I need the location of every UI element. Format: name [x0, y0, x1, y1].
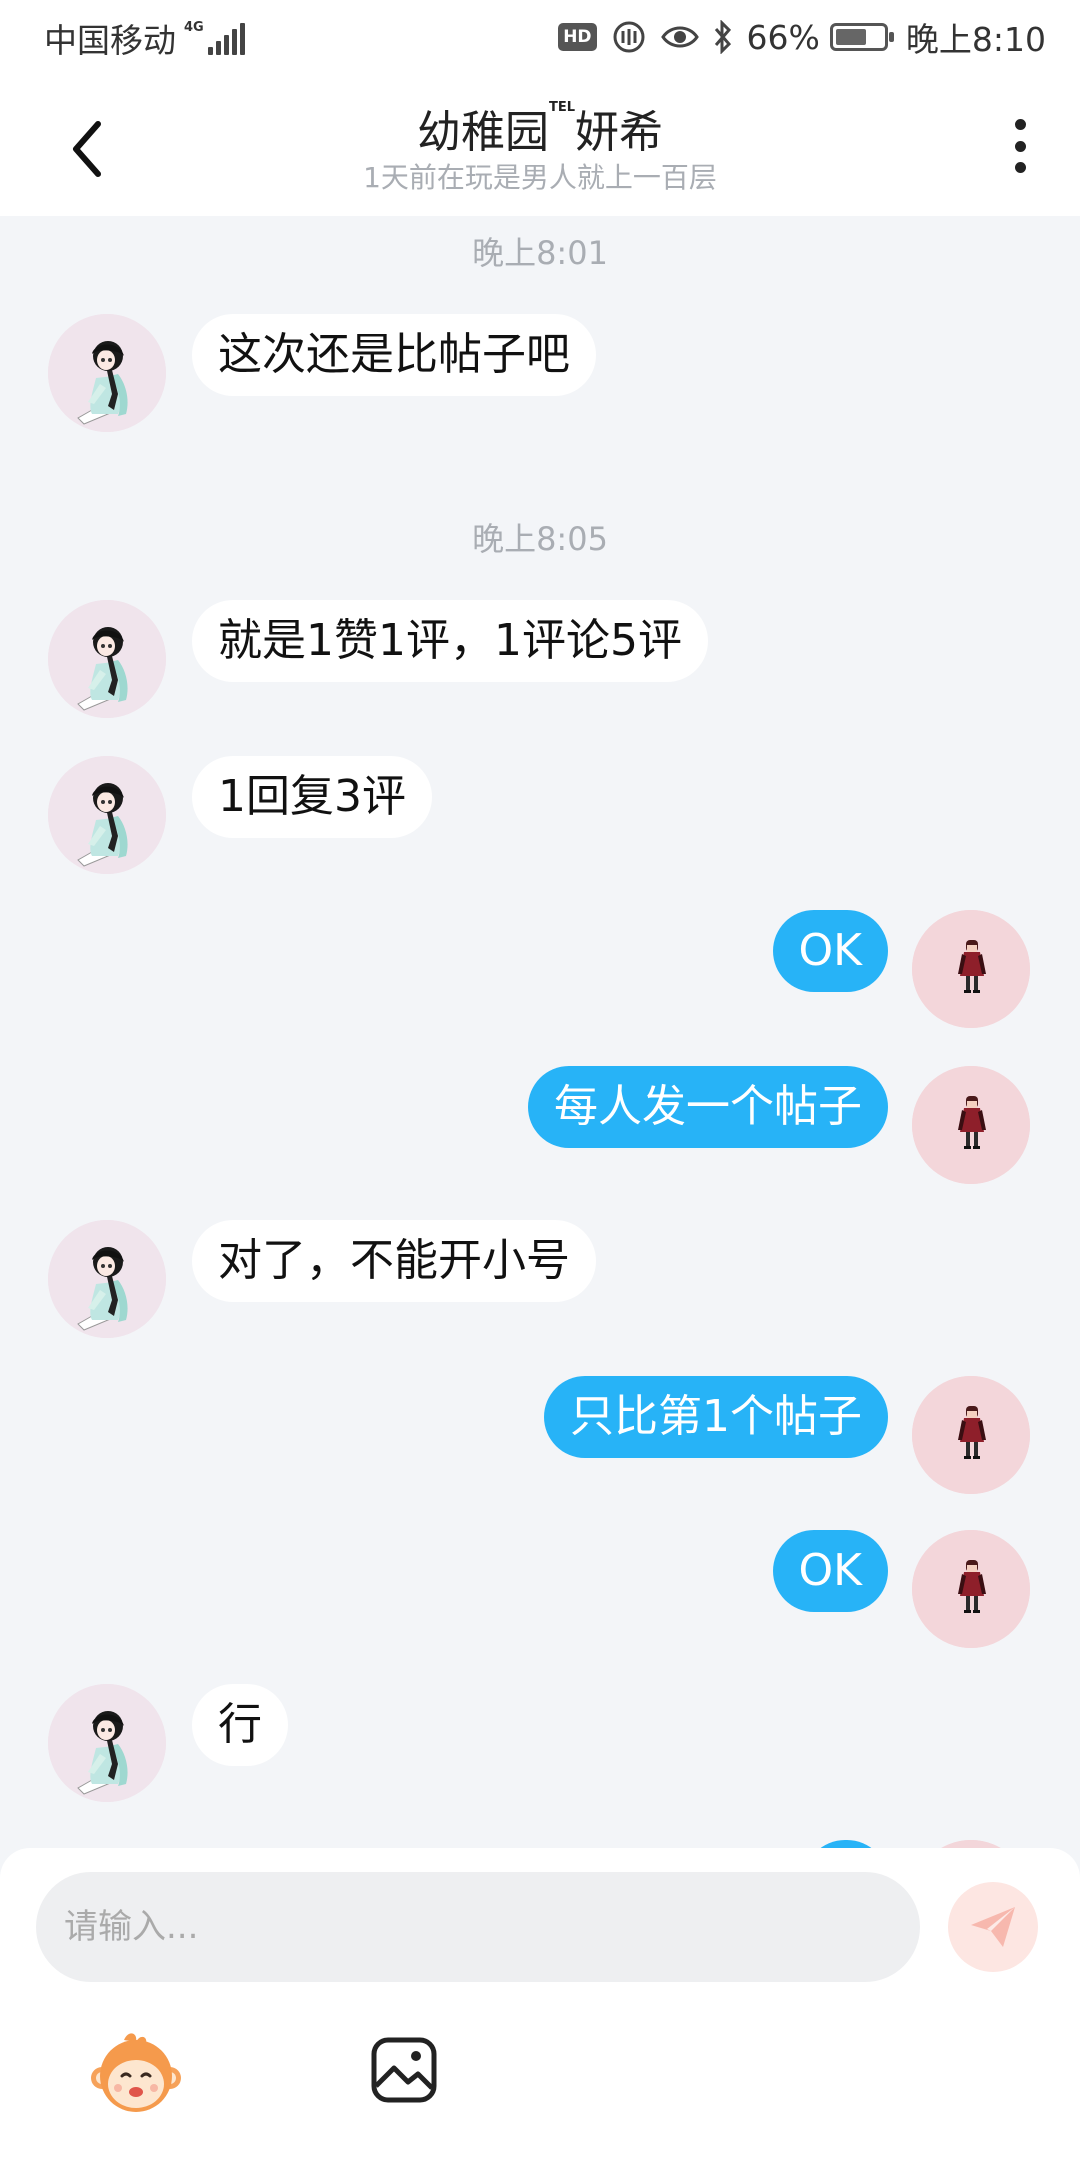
- incoming-message[interactable]: 就是1赞1评，1评论5评: [192, 600, 708, 682]
- battery-percent: 66%: [746, 17, 820, 57]
- contact-avatar[interactable]: [48, 1684, 166, 1802]
- more-button[interactable]: [1000, 111, 1040, 181]
- my-avatar[interactable]: [912, 1530, 1030, 1648]
- contact-avatar[interactable]: [48, 1220, 166, 1338]
- outgoing-message[interactable]: 每人发一个帖子: [528, 1066, 888, 1148]
- incoming-message[interactable]: 行: [192, 1684, 288, 1766]
- my-avatar[interactable]: [912, 1066, 1030, 1184]
- timestamp: 晚上8:01: [472, 234, 608, 272]
- battery-icon: [829, 23, 894, 51]
- message-input[interactable]: [36, 1872, 920, 1982]
- contact-avatar[interactable]: [48, 600, 166, 718]
- hd-icon: HD: [558, 23, 597, 51]
- title-prefix: 幼稚园: [416, 107, 549, 158]
- bluetooth-icon: [713, 20, 733, 54]
- title-suffix: 妍希: [575, 107, 664, 158]
- signal-icon: 4G: [184, 21, 248, 55]
- outgoing-message[interactable]: OK: [772, 1530, 888, 1612]
- image-icon: [371, 2037, 437, 2103]
- send-button[interactable]: [948, 1882, 1038, 1972]
- my-avatar[interactable]: [912, 910, 1030, 1028]
- chat-header: 幼稚园TEL妍希 1天前在玩是男人就上一百层: [0, 76, 1080, 216]
- image-button[interactable]: [368, 2034, 440, 2106]
- timestamp: 晚上8:05: [472, 520, 608, 558]
- outgoing-message[interactable]: 只比第1个帖子: [544, 1376, 888, 1458]
- status-left: 中国移动 4G: [44, 14, 248, 62]
- chat-message-list[interactable]: 晚上8:01 这次还是比帖子吧 晚上8:05 就是1赞1评，1评论5评 1回复3…: [0, 216, 1080, 1848]
- contact-avatar[interactable]: [48, 314, 166, 432]
- my-avatar[interactable]: [912, 1376, 1030, 1494]
- status-right: HD 66% 晚上8:10: [558, 12, 1046, 62]
- incoming-message[interactable]: 对了，不能开小号: [192, 1220, 596, 1302]
- chat-subtitle: 1天前在玩是男人就上一百层: [363, 161, 717, 194]
- eye-comfort-icon: [660, 23, 699, 51]
- status-bar: 中国移动 4G HD 66% 晚上8:10: [0, 0, 1080, 76]
- monkey-emoji-icon: [91, 2033, 181, 2112]
- data-saver-icon: [611, 19, 647, 55]
- emoji-button[interactable]: [88, 2026, 184, 2122]
- outgoing-message-partial[interactable]: [804, 1840, 888, 1848]
- carrier-name: 中国移动: [44, 21, 176, 60]
- incoming-message[interactable]: 这次还是比帖子吧: [192, 314, 596, 396]
- chat-title: 幼稚园TEL妍希: [0, 96, 1080, 160]
- incoming-message[interactable]: 1回复3评: [192, 756, 432, 838]
- clock: 晚上8:10: [905, 20, 1046, 59]
- input-panel: [0, 1848, 1080, 2160]
- send-paper-plane-icon: [971, 1907, 1015, 1947]
- more-vertical-icon: [1014, 119, 1026, 130]
- outgoing-message[interactable]: OK: [772, 910, 888, 992]
- title-badge: TEL: [548, 100, 576, 115]
- my-avatar[interactable]: [912, 1840, 1030, 1848]
- contact-avatar[interactable]: [48, 756, 166, 874]
